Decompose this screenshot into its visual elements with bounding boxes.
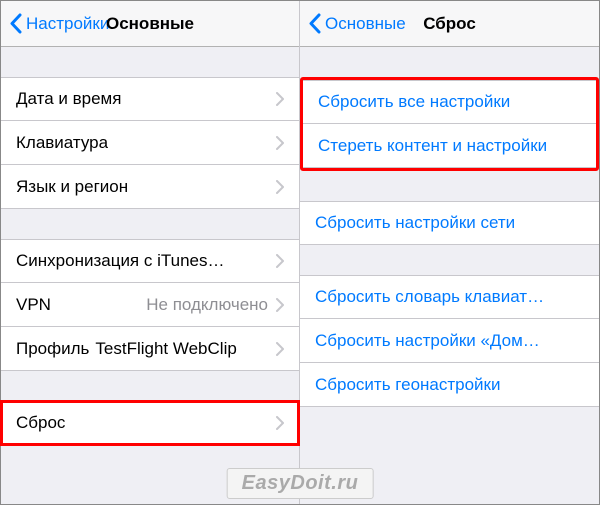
row-label: Сбросить словарь клавиат… [315, 287, 544, 307]
row-label: Язык и регион [16, 177, 128, 197]
row-label: Клавиатура [16, 133, 108, 153]
row-reset-location[interactable]: Сбросить геонастройки [300, 363, 599, 407]
row-label: Сброс [16, 413, 65, 433]
row-reset-home-screen[interactable]: Сбросить настройки «Дом… [300, 319, 599, 363]
row-label: Профиль [16, 339, 89, 359]
row-profile[interactable]: Профиль TestFlight WebClip [1, 327, 299, 371]
chevron-right-icon [276, 180, 284, 194]
chevron-left-icon [308, 13, 321, 34]
row-value: Не подключено [146, 295, 268, 315]
watermark: EasyDoit.ru [227, 468, 374, 499]
row-label: Стереть контент и настройки [318, 136, 547, 156]
row-value: TestFlight WebClip [95, 339, 236, 359]
group-sync-vpn: Синхронизация с iTunes… VPN Не подключен… [1, 239, 299, 371]
row-label: Дата и время [16, 89, 121, 109]
group-reset-network: Сбросить настройки сети [300, 201, 599, 245]
back-button-settings[interactable]: Настройки [9, 13, 109, 34]
right-header: Основные Сброс [300, 1, 599, 47]
chevron-right-icon [276, 92, 284, 106]
left-header: Настройки Основные [1, 1, 299, 47]
back-label: Настройки [26, 14, 109, 34]
row-vpn[interactable]: VPN Не подключено [1, 283, 299, 327]
row-keyboard[interactable]: Клавиатура [1, 121, 299, 165]
row-reset-network[interactable]: Сбросить настройки сети [300, 201, 599, 245]
back-button-general[interactable]: Основные [308, 13, 406, 34]
row-label: Синхронизация с iTunes… [16, 251, 224, 271]
row-itunes-sync[interactable]: Синхронизация с iTunes… [1, 239, 299, 283]
row-label: Сбросить настройки сети [315, 213, 515, 233]
chevron-right-icon [276, 254, 284, 268]
row-reset-keyboard-dictionary[interactable]: Сбросить словарь клавиат… [300, 275, 599, 319]
row-label: Сбросить все настройки [318, 92, 510, 112]
row-label: VPN [16, 295, 51, 315]
row-language-region[interactable]: Язык и регион [1, 165, 299, 209]
group-reset-all: Сбросить все настройки Стереть контент и… [300, 77, 599, 171]
page-title: Сброс [423, 14, 476, 34]
group-datetime: Дата и время Клавиатура Язык и регион [1, 77, 299, 209]
page-title: Основные [106, 14, 194, 34]
chevron-right-icon [276, 416, 284, 430]
row-erase-all-content[interactable]: Стереть контент и настройки [303, 124, 596, 168]
chevron-right-icon [276, 136, 284, 150]
chevron-right-icon [276, 342, 284, 356]
group-reset: Сброс [1, 401, 299, 445]
row-label: Сбросить геонастройки [315, 375, 501, 395]
back-label: Основные [325, 14, 406, 34]
row-reset[interactable]: Сброс [1, 401, 299, 445]
chevron-left-icon [9, 13, 22, 34]
settings-general-panel: Настройки Основные Дата и время Клавиату… [1, 1, 300, 504]
row-label: Сбросить настройки «Дом… [315, 331, 540, 351]
chevron-right-icon [276, 298, 284, 312]
settings-reset-panel: Основные Сброс Сбросить все настройки Ст… [300, 1, 599, 504]
row-date-time[interactable]: Дата и время [1, 77, 299, 121]
row-reset-all-settings[interactable]: Сбросить все настройки [303, 80, 596, 124]
group-reset-other: Сбросить словарь клавиат… Сбросить настр… [300, 275, 599, 407]
